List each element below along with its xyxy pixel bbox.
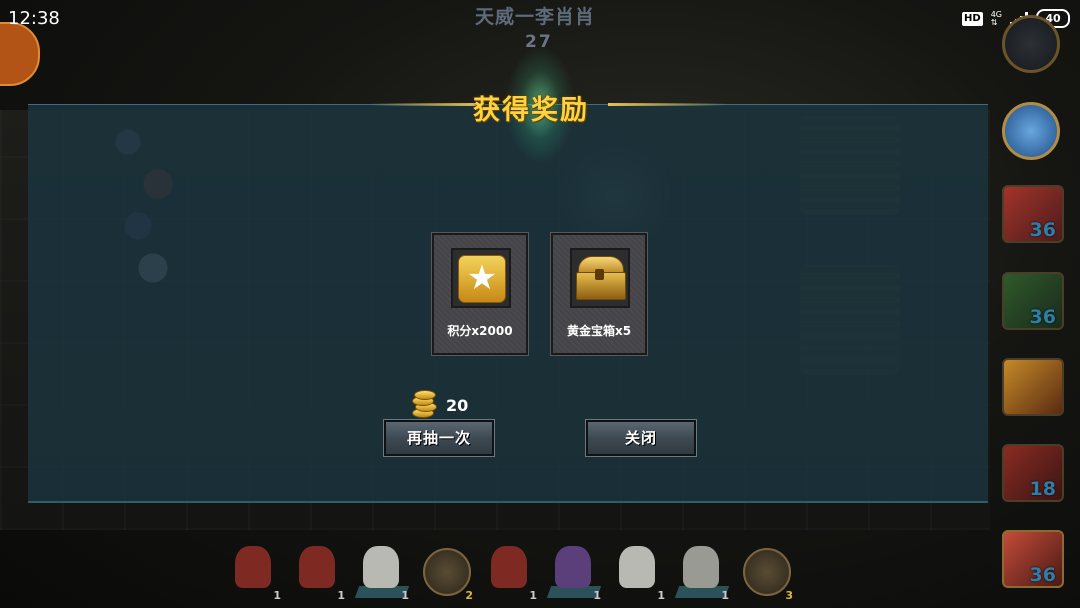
- unit-count: 2: [465, 589, 473, 602]
- unit-slot-white-horse[interactable]: 1: [609, 540, 667, 602]
- skill-count: 36: [1029, 564, 1056, 586]
- hourglass-icon: [743, 548, 791, 596]
- red-cavalry-icon: [491, 546, 527, 588]
- unit-count: 1: [593, 589, 601, 602]
- unit-deploy-bar: 1 1 1 2 1 1 1 1 3: [225, 540, 815, 606]
- unit-count: 1: [401, 589, 409, 602]
- title-divider-right: [608, 103, 728, 106]
- skill-count: 18: [1029, 478, 1056, 500]
- unit-slot-red-cavalry[interactable]: 1: [225, 540, 283, 602]
- star-icon: ★: [458, 255, 506, 303]
- skill-button-scroll[interactable]: 36: [1002, 530, 1064, 588]
- unit-slot-red-cavalry[interactable]: 1: [289, 540, 347, 602]
- close-button[interactable]: 关闭: [585, 419, 697, 457]
- unit-slot-hourglass[interactable]: 2: [417, 540, 475, 602]
- skill-button-boost[interactable]: 36: [1002, 272, 1064, 330]
- unit-count: 1: [273, 589, 281, 602]
- reward-label: 黄金宝箱x5: [566, 324, 632, 338]
- skill-button-fist[interactable]: [1002, 358, 1064, 416]
- gold-coins-icon: [410, 388, 437, 418]
- hourglass-icon: [423, 548, 471, 596]
- unit-count: 1: [529, 589, 537, 602]
- unit-count: 1: [337, 589, 345, 602]
- title-divider-left: [370, 103, 480, 106]
- unit-slot-white-horse[interactable]: 1: [673, 540, 731, 602]
- skill-button-fire[interactable]: 36: [1002, 185, 1064, 243]
- unit-count: 1: [657, 589, 665, 602]
- reward-icon-frame: [570, 248, 630, 308]
- skill-count: 36: [1029, 219, 1056, 241]
- unit-slot-red-cavalry[interactable]: 1: [481, 540, 539, 602]
- white-horse-icon: [683, 546, 719, 588]
- status-time: 12:38: [8, 8, 60, 29]
- modal-title: 获得奖励: [473, 95, 589, 126]
- skill-button-claw[interactable]: 18: [1002, 444, 1064, 502]
- unit-slot-purple-cavalry[interactable]: 1: [545, 540, 603, 602]
- unit-slot-hourglass[interactable]: 3: [737, 540, 795, 602]
- red-cavalry-icon: [235, 546, 271, 588]
- settings-gear-button[interactable]: [1002, 15, 1060, 73]
- unit-count: 1: [721, 589, 729, 602]
- reward-card-points[interactable]: ★ 积分x2000: [431, 232, 529, 356]
- white-horse-icon: [619, 546, 655, 588]
- draw-cost-amount: 20: [446, 396, 469, 415]
- reward-label: 积分x2000: [447, 324, 513, 338]
- draw-again-button[interactable]: 再抽一次: [383, 419, 495, 457]
- reward-icon-frame: ★: [451, 248, 511, 308]
- unit-count: 3: [785, 589, 793, 602]
- treasure-chest-icon: [575, 256, 626, 300]
- team-button[interactable]: [1002, 102, 1060, 160]
- chest-badge-icon[interactable]: [0, 22, 40, 86]
- player-name: 天威一李肖肖: [475, 6, 596, 28]
- hd-icon: HD: [962, 11, 983, 26]
- purple-cavalry-icon: [555, 546, 591, 588]
- right-skill-panel: 36 36 18 36: [992, 0, 1080, 608]
- unit-slot-white-horse[interactable]: 1: [353, 540, 411, 602]
- red-cavalry-icon: [299, 546, 335, 588]
- white-horse-icon: [363, 546, 399, 588]
- skill-count: 36: [1029, 306, 1056, 328]
- reward-card-chest[interactable]: 黄金宝箱x5: [550, 232, 648, 356]
